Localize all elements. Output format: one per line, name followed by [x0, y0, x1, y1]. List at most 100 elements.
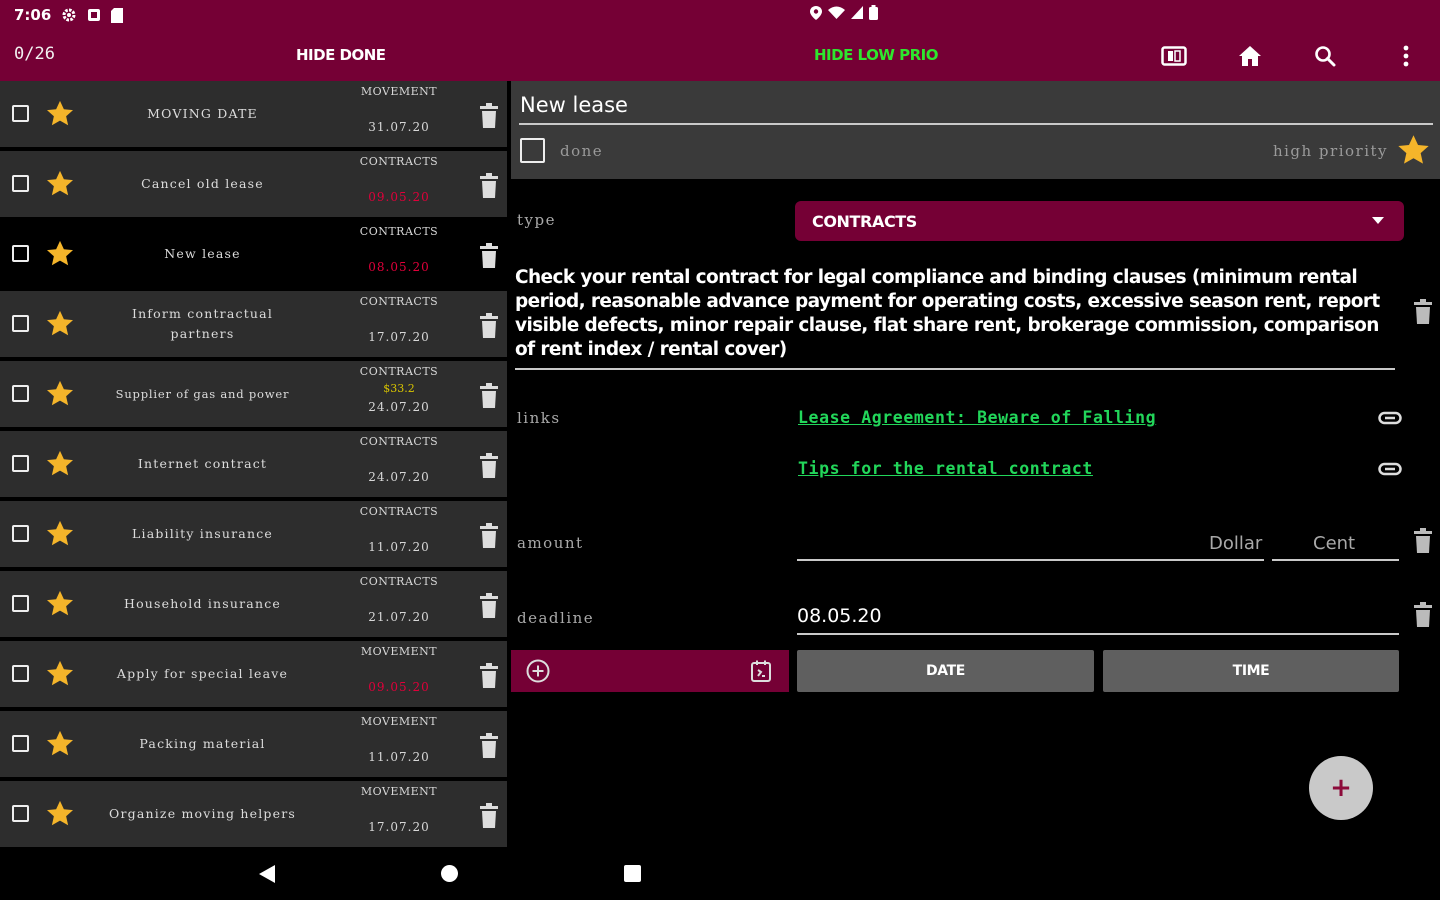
cent-input[interactable]: Cent — [1313, 533, 1355, 554]
trash-icon[interactable] — [478, 173, 500, 199]
task-date: 08.05.20 — [368, 260, 430, 274]
trash-icon[interactable] — [1412, 602, 1434, 628]
task-title: Internet contract — [137, 456, 268, 471]
task-checkbox[interactable] — [12, 385, 29, 402]
star-icon[interactable] — [45, 729, 75, 759]
task-checkbox[interactable] — [12, 105, 29, 122]
task-row[interactable]: Cancel old lease CONTRACTS 09.05.20 — [0, 151, 507, 217]
star-icon[interactable] — [45, 379, 75, 409]
star-icon[interactable] — [45, 99, 75, 129]
date-button[interactable]: DATE — [797, 650, 1094, 692]
dollar-input[interactable]: Dollar — [1209, 533, 1262, 554]
trash-icon[interactable] — [1412, 528, 1434, 554]
star-icon[interactable] — [45, 169, 75, 199]
trash-icon[interactable] — [478, 103, 500, 129]
trash-icon[interactable] — [478, 453, 500, 479]
links-label: links — [517, 409, 561, 427]
trash-icon[interactable] — [1412, 299, 1434, 325]
task-row-selected[interactable]: New lease CONTRACTS 08.05.20 — [0, 221, 507, 287]
time-button[interactable]: TIME — [1103, 650, 1399, 692]
recents-nav-icon[interactable] — [624, 865, 641, 882]
task-category: MOVEMENT — [360, 715, 438, 728]
task-row[interactable]: Internet contract CONTRACTS 24.07.20 — [0, 431, 507, 497]
star-icon[interactable] — [45, 659, 75, 689]
hide-done-button[interactable]: HIDE DONE — [296, 46, 386, 64]
task-date: 11.07.20 — [368, 750, 430, 764]
sd-card-icon — [111, 7, 124, 23]
trash-icon[interactable] — [478, 733, 500, 759]
task-date: 09.05.20 — [368, 190, 430, 204]
deadline-input[interactable]: 08.05.20 — [797, 605, 882, 627]
task-title: Supplier of gas and power — [115, 387, 290, 401]
overflow-menu-icon[interactable] — [1392, 42, 1420, 70]
add-fab-button[interactable]: + — [1309, 756, 1373, 820]
task-date: 17.07.20 — [368, 330, 430, 344]
task-checkbox[interactable] — [12, 735, 29, 752]
trash-icon[interactable] — [478, 313, 500, 339]
task-checkbox[interactable] — [12, 175, 29, 192]
cent-underline — [1272, 559, 1399, 561]
task-checkbox[interactable] — [12, 805, 29, 822]
star-icon[interactable] — [45, 799, 75, 829]
trash-icon[interactable] — [478, 243, 500, 269]
task-row[interactable]: Liability insurance CONTRACTS 11.07.20 — [0, 501, 507, 567]
trash-icon[interactable] — [478, 663, 500, 689]
type-value: CONTRACTS — [812, 211, 917, 231]
task-date: 24.07.20 — [368, 400, 430, 414]
hide-low-prio-button[interactable]: HIDE LOW PRIO — [814, 46, 938, 64]
task-row[interactable]: Inform contractual partners CONTRACTS 17… — [0, 291, 507, 357]
task-checkbox[interactable] — [12, 665, 29, 682]
done-checkbox[interactable] — [520, 138, 545, 163]
task-date: 11.07.20 — [368, 540, 430, 554]
star-icon[interactable] — [45, 239, 75, 269]
trash-icon[interactable] — [478, 593, 500, 619]
calendar-reminder-icon[interactable] — [749, 659, 773, 683]
description-field[interactable]: Check your rental contract for legal com… — [515, 266, 1395, 370]
add-reminder-bar[interactable] — [511, 650, 789, 692]
home-nav-icon[interactable] — [441, 865, 458, 882]
trash-icon[interactable] — [478, 383, 500, 409]
type-dropdown[interactable]: CONTRACTS — [795, 201, 1404, 241]
task-title-input[interactable]: New lease — [519, 93, 1433, 125]
task-checkbox[interactable] — [12, 455, 29, 472]
trash-icon[interactable] — [478, 803, 500, 829]
task-row[interactable]: Packing material MOVEMENT 11.07.20 — [0, 711, 507, 777]
link-icon[interactable] — [1378, 462, 1402, 476]
task-title: Household insurance — [123, 596, 282, 611]
settings-icon — [62, 8, 76, 22]
task-category: CONTRACTS — [359, 435, 439, 448]
star-icon[interactable] — [45, 449, 75, 479]
task-row[interactable]: Household insurance CONTRACTS 21.07.20 — [0, 571, 507, 637]
detail-header: New lease done high priority — [511, 81, 1440, 179]
star-icon[interactable] — [45, 519, 75, 549]
task-row[interactable]: Apply for special leave MOVEMENT 09.05.2… — [0, 641, 507, 707]
trash-icon[interactable] — [478, 523, 500, 549]
task-checkbox[interactable] — [12, 525, 29, 542]
task-checkbox[interactable] — [12, 315, 29, 332]
task-detail-panel: New lease done high priority type CONTRA… — [511, 81, 1440, 847]
task-checkbox[interactable] — [12, 595, 29, 612]
task-date: 21.07.20 — [368, 610, 430, 624]
status-time: 7:06 — [14, 6, 52, 24]
star-icon[interactable] — [45, 589, 75, 619]
star-icon[interactable] — [45, 309, 75, 339]
task-title: Inform contractual partners — [131, 306, 274, 341]
split-view-icon[interactable] — [1160, 42, 1188, 70]
search-icon[interactable] — [1311, 42, 1339, 70]
add-circle-icon[interactable] — [526, 659, 550, 683]
task-checkbox[interactable] — [12, 245, 29, 262]
high-priority-star-icon[interactable] — [1396, 133, 1431, 168]
task-category: CONTRACTS — [359, 225, 439, 238]
link-item[interactable]: Lease Agreement: Beware of Falling — [798, 408, 1156, 427]
task-title: Packing material — [139, 736, 266, 751]
link-item[interactable]: Tips for the rental contract — [798, 459, 1093, 478]
task-row[interactable]: Supplier of gas and power CONTRACTS $33.… — [0, 361, 507, 427]
task-row[interactable]: Organize moving helpers MOVEMENT 17.07.2… — [0, 781, 507, 847]
back-nav-icon[interactable] — [259, 865, 275, 883]
task-row[interactable]: MOVING DATE MOVEMENT 31.07.20 — [0, 81, 507, 147]
link-icon[interactable] — [1378, 411, 1402, 425]
home-icon[interactable] — [1236, 42, 1264, 70]
task-date: 31.07.20 — [368, 120, 430, 134]
amount-label: amount — [517, 534, 584, 552]
task-category: CONTRACTS — [359, 365, 439, 378]
